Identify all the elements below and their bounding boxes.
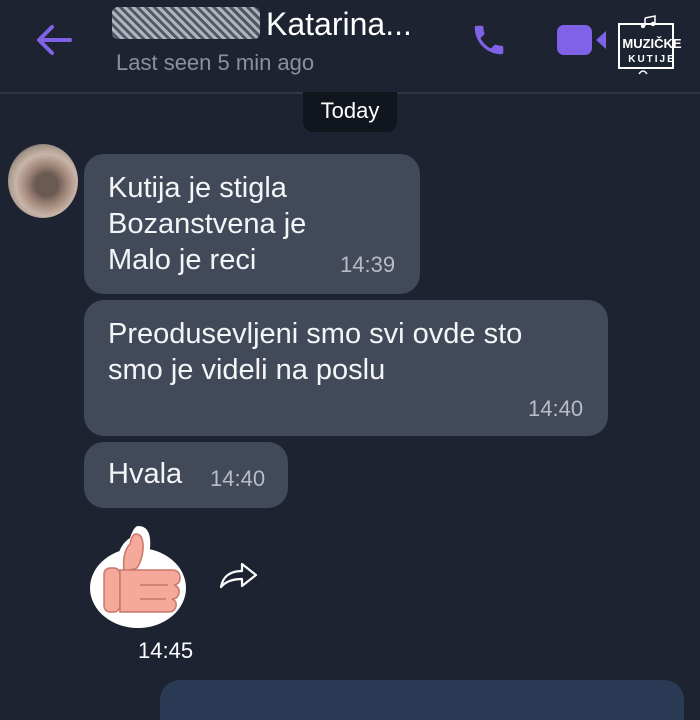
outgoing-message-bubble[interactable] bbox=[160, 680, 684, 720]
message-text-line: Bozanstvena je bbox=[108, 208, 307, 240]
contact-name[interactable]: Katarina... bbox=[112, 6, 412, 43]
message-text-line: smo je videli na poslu bbox=[108, 354, 386, 386]
message-text-line: Preodusevljeni smo svi ovde sto bbox=[108, 318, 523, 350]
date-divider: Today bbox=[303, 92, 397, 132]
chat-header: Katarina... Last seen 5 min ago MUZIČKE … bbox=[0, 0, 700, 94]
forward-share-icon[interactable] bbox=[218, 561, 260, 591]
phone-call-icon[interactable] bbox=[470, 20, 508, 60]
blurred-name-part bbox=[112, 7, 260, 39]
contact-name-text: Katarina... bbox=[266, 6, 412, 42]
last-seen-status: Last seen 5 min ago bbox=[116, 50, 315, 75]
message-time: 14:40 bbox=[528, 396, 584, 421]
message-bubble[interactable]: Preodusevljeni smo svi ovde sto smo je v… bbox=[84, 300, 608, 436]
logo-text-top: MUZIČKE bbox=[622, 36, 682, 51]
logo-text-bottom: KUTIJE bbox=[628, 54, 676, 65]
back-arrow-icon[interactable] bbox=[34, 20, 74, 60]
message-bubble[interactable]: Kutija je stigla Bozanstvena je Malo je … bbox=[84, 154, 420, 294]
message-text-line: Kutija je stigla bbox=[108, 172, 287, 204]
thumbs-up-sticker-icon[interactable] bbox=[88, 518, 192, 630]
muzicke-kutije-logo: MUZIČKE KUTIJE bbox=[618, 15, 682, 75]
video-call-icon[interactable] bbox=[556, 20, 610, 60]
message-text-line: Hvala bbox=[108, 458, 183, 490]
message-bubble[interactable]: Hvala 14:40 bbox=[84, 442, 288, 508]
message-time: 14:40 bbox=[210, 466, 266, 491]
message-time: 14:39 bbox=[340, 252, 396, 277]
contact-avatar[interactable] bbox=[8, 144, 78, 218]
sticker-time: 14:45 bbox=[138, 638, 194, 663]
message-text-line: Malo je reci bbox=[108, 244, 257, 276]
